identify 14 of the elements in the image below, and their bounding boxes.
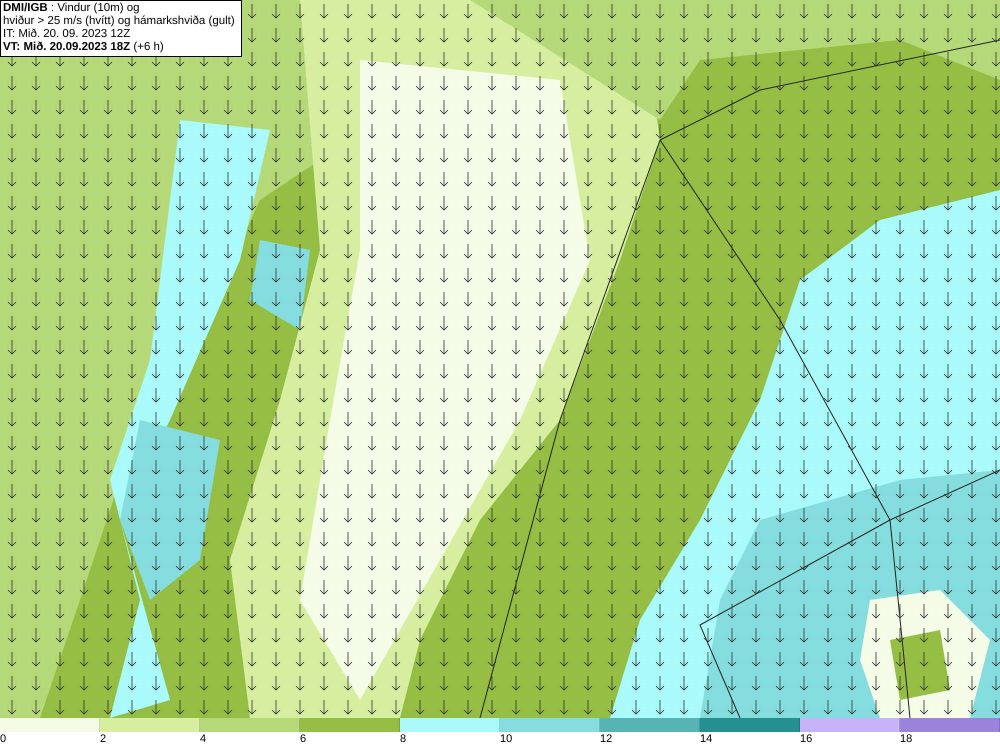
legend-label: 10 (500, 732, 512, 746)
legend-label: 0 (0, 732, 6, 746)
legend-label: 6 (300, 732, 306, 746)
legend-label: 4 (200, 732, 206, 746)
info-text: hviður > 25 m/s (hvítt) og hámarkshviða (gult) (3, 15, 235, 28)
info-text: IT: Mið. 20. 09. 2023 12Z (3, 28, 132, 41)
info-text: VT: Mið. 20.09.2023 18Z (+6 h) (3, 41, 165, 54)
legend-label: 18 (900, 732, 912, 746)
legend-label: 16 (800, 732, 812, 746)
legend-label: 12 (600, 732, 612, 746)
legend-label: 2 (100, 732, 106, 746)
info-text: DMI/IGB : Vindur (10m) og (3, 2, 141, 15)
legend-label: 14 (700, 732, 712, 746)
legend-label: 8 (400, 732, 406, 746)
